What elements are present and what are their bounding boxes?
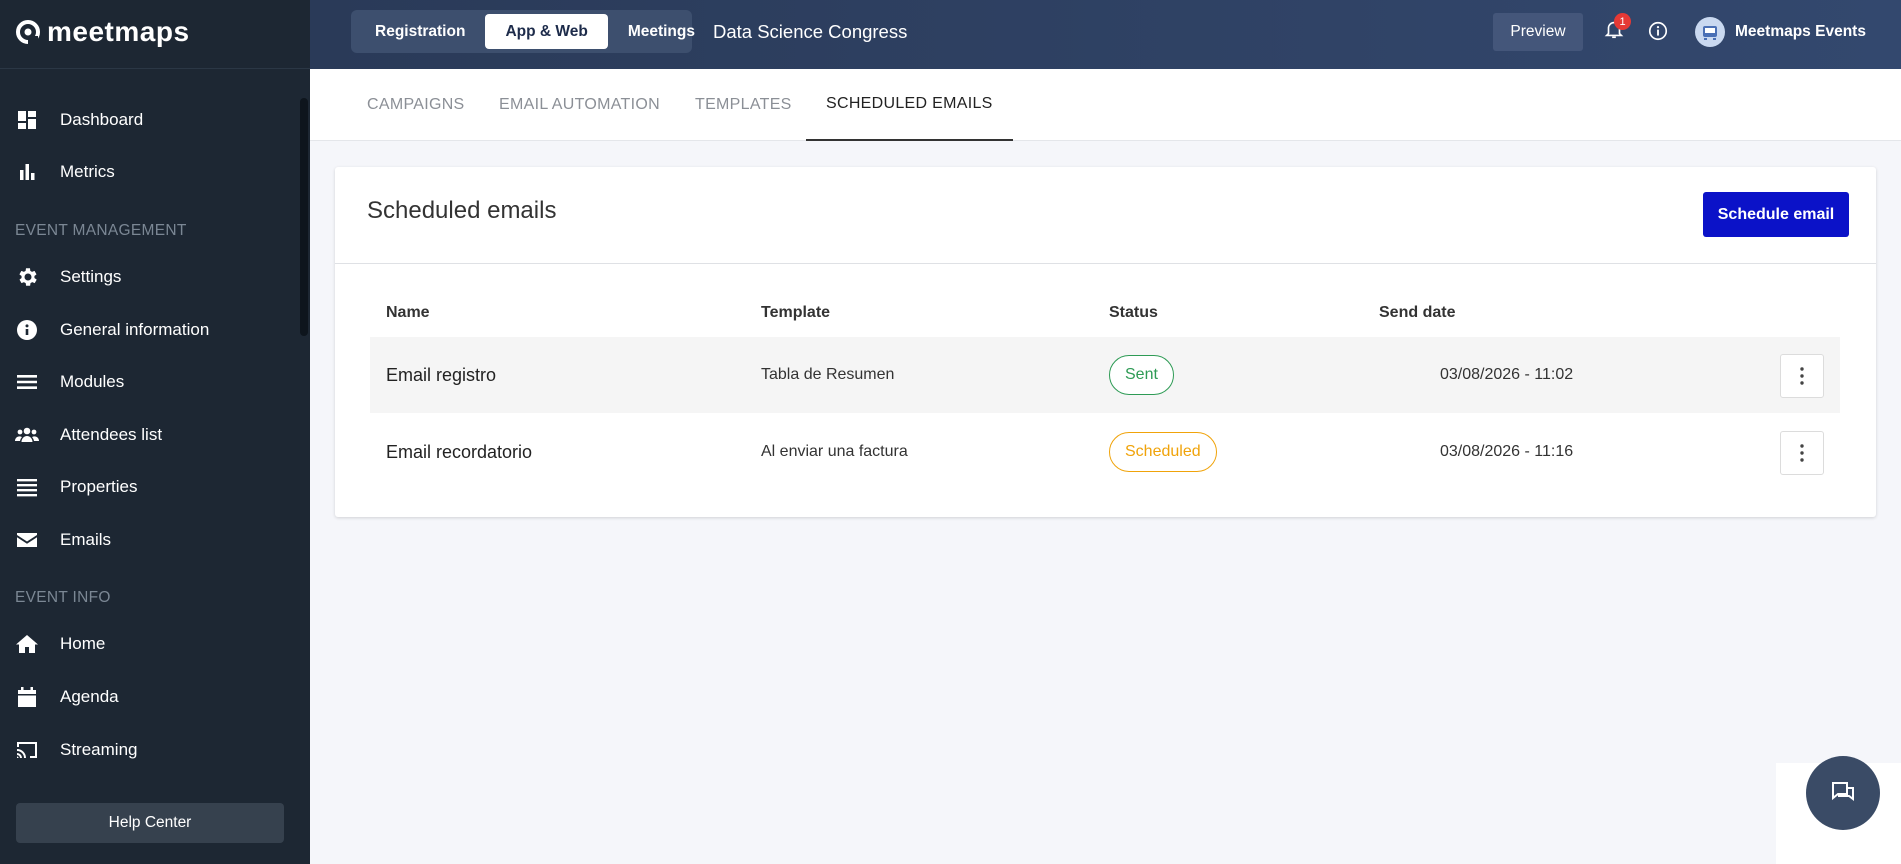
segment-registration[interactable]: Registration <box>355 14 485 49</box>
email-template: Tabla de Resumen <box>761 366 895 383</box>
more-vertical-icon <box>1800 444 1804 462</box>
preview-button[interactable]: Preview <box>1493 13 1583 51</box>
notification-badge: 1 <box>1614 13 1631 30</box>
logo-text: meetmaps <box>47 16 190 47</box>
user-name: Meetmaps Events <box>1735 23 1866 40</box>
sidebar-item-metrics[interactable]: Metrics <box>0 150 300 194</box>
info-circle-icon <box>14 317 40 343</box>
dashboard-icon <box>14 107 40 133</box>
section-title-event-info: EVENT INFO <box>15 589 111 606</box>
user-menu[interactable]: Meetmaps Events <box>1695 17 1866 47</box>
column-header-name: Name <box>386 304 430 321</box>
sidebar-item-label: Metrics <box>60 162 115 181</box>
segment-app-web[interactable]: App & Web <box>485 14 608 49</box>
sidebar-item-label: Home <box>60 634 106 653</box>
send-date: 03/08/2026 - 11:16 <box>1440 443 1574 460</box>
sidebar-item-label: Streaming <box>60 740 138 759</box>
tab-campaigns[interactable]: CAMPAIGNS <box>367 69 465 141</box>
sidebar-item-label: Agenda <box>60 687 119 706</box>
bar-chart-icon <box>14 159 40 185</box>
sidebar-item-general-information[interactable]: General information <box>0 308 300 352</box>
table-row[interactable]: Email recordatorio Al enviar una factura… <box>370 414 1840 490</box>
sidebar-item-streaming[interactable]: Streaming <box>0 728 300 772</box>
row-actions-button[interactable] <box>1780 431 1824 475</box>
sidebar-item-dashboard[interactable]: Dashboard <box>0 98 300 142</box>
help-center-button[interactable]: Help Center <box>16 803 284 843</box>
event-name: Data Science Congress <box>713 21 908 42</box>
send-date: 03/08/2026 - 11:02 <box>1440 366 1574 383</box>
status-badge: Sent <box>1109 355 1174 395</box>
column-header-status: Status <box>1109 304 1158 321</box>
sidebar-item-label: Attendees list <box>60 425 163 444</box>
sidebar-item-attendees-list[interactable]: Attendees list <box>0 413 300 457</box>
tab-email-automation[interactable]: EMAIL AUTOMATION <box>499 69 660 141</box>
users-icon <box>14 422 40 448</box>
column-header-send-date: Send date <box>1379 304 1456 321</box>
sidebar-item-modules[interactable]: Modules <box>0 360 300 404</box>
info-icon[interactable] <box>1647 20 1669 42</box>
email-tabs: CAMPAIGNS EMAIL AUTOMATION TEMPLATES SCH… <box>310 69 1901 141</box>
sidebar-item-label: Dashboard <box>60 110 144 129</box>
sidebar-item-emails[interactable]: Emails <box>0 518 300 562</box>
chat-icon <box>1832 782 1854 801</box>
sidebar-item-label: Settings <box>60 267 122 286</box>
sidebar-item-home[interactable]: Home <box>0 622 300 666</box>
top-bar: Registration App & Web Meetings Data Sci… <box>310 0 1901 69</box>
segment-meetings[interactable]: Meetings <box>608 14 715 49</box>
logo-mark-icon <box>16 20 40 45</box>
sidebar-item-label: General information <box>60 320 210 339</box>
page-title: Scheduled emails <box>367 197 557 224</box>
envelope-icon <box>14 527 40 553</box>
sidebar-scrollbar[interactable] <box>300 98 308 336</box>
schedule-email-button[interactable]: Schedule email <box>1703 192 1849 237</box>
sidebar-item-label: Properties <box>60 477 138 496</box>
status-cell: Sent <box>1109 337 1174 413</box>
section-title-event-management: EVENT MANAGEMENT <box>15 222 187 239</box>
status-cell: Scheduled <box>1109 414 1217 490</box>
more-vertical-icon <box>1800 367 1804 385</box>
meetmaps-logo[interactable]: meetmaps <box>15 16 190 48</box>
sidebar-item-label: Emails <box>60 530 112 549</box>
scheduled-emails-card: Scheduled emails Schedule email Name Tem… <box>335 167 1876 517</box>
cast-icon <box>14 737 40 763</box>
avatar <box>1695 17 1725 47</box>
tab-scheduled-emails[interactable]: SCHEDULED EMAILS <box>806 69 1013 141</box>
calendar-icon <box>14 684 40 710</box>
chat-button[interactable] <box>1806 756 1880 830</box>
menu-icon <box>14 369 40 395</box>
list-icon <box>14 474 40 500</box>
home-icon <box>14 631 40 657</box>
sidebar-item-agenda[interactable]: Agenda <box>0 675 300 719</box>
sidebar-item-label: Modules <box>60 372 125 391</box>
card-divider <box>335 263 1876 264</box>
sidebar-divider <box>0 68 310 69</box>
sidebar-item-properties[interactable]: Properties <box>0 465 300 509</box>
avatar-icon <box>1703 26 1717 40</box>
sidebar-item-settings[interactable]: Settings <box>0 255 300 299</box>
status-badge: Scheduled <box>1109 432 1217 472</box>
gear-icon <box>14 264 40 290</box>
email-template: Al enviar una factura <box>761 443 908 460</box>
product-segmented-control: Registration App & Web Meetings <box>351 10 695 53</box>
table-row[interactable]: Email registro Tabla de Resumen Sent 03/… <box>370 337 1840 413</box>
column-header-template: Template <box>761 304 831 321</box>
tab-templates[interactable]: TEMPLATES <box>695 69 792 141</box>
sidebar: meetmaps Dashboard Metrics EVENT MANAGEM… <box>0 0 310 864</box>
email-name: Email recordatorio <box>386 441 533 462</box>
email-name: Email registro <box>386 364 497 385</box>
row-actions-button[interactable] <box>1780 354 1824 398</box>
